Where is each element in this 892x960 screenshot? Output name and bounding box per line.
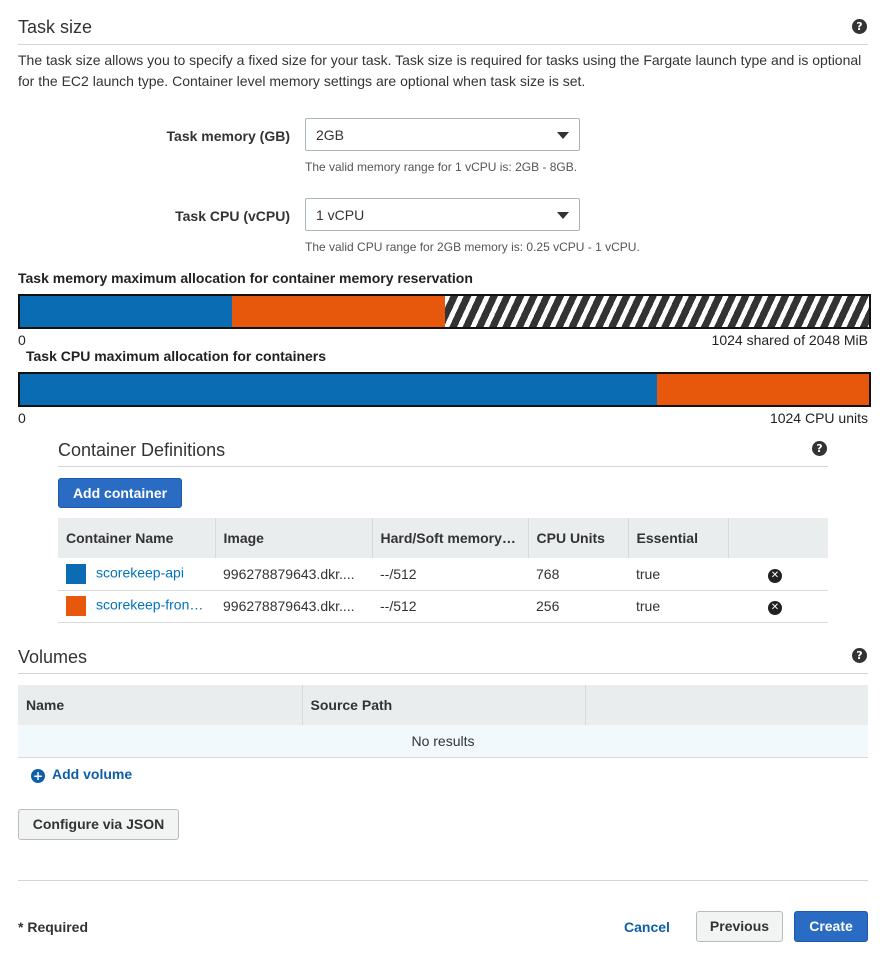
actions-cell: ✕: [728, 558, 828, 591]
memory-allocation-bar: [18, 294, 871, 329]
divider: [18, 44, 868, 45]
column-header-actions: [728, 518, 828, 558]
column-header[interactable]: Container Name: [58, 518, 216, 558]
divider: [18, 880, 868, 881]
memory-allocation-title: Task memory maximum allocation for conta…: [18, 270, 473, 286]
task-size-description: The task size allows you to specify a fi…: [18, 52, 862, 89]
task-memory-value: 2GB: [316, 127, 345, 143]
memory-bar-min-label: 0: [18, 332, 26, 348]
cpu-units-cell: 768: [528, 558, 628, 591]
column-header[interactable]: Name: [18, 685, 303, 725]
memory-cell: --/512: [372, 558, 528, 591]
task-memory-select[interactable]: 2GB: [305, 118, 580, 151]
volumes-title: Volumes: [18, 647, 88, 667]
chevron-down-icon: [557, 132, 569, 139]
remove-icon[interactable]: ✕: [768, 568, 782, 583]
cpu-units-cell: 256: [528, 590, 628, 623]
column-header[interactable]: Source Path: [302, 685, 586, 725]
remove-icon[interactable]: ✕: [768, 601, 782, 615]
bar-segment-shared: [444, 296, 869, 327]
cpu-allocation-bar: [18, 372, 871, 407]
essential-cell: true: [628, 590, 728, 623]
image-cell: 996278879643.dkr....: [215, 558, 372, 591]
plus-circle-icon: +: [31, 769, 45, 783]
divider: [18, 673, 868, 674]
table-row: scorekeep-fron… 996278879643.dkr.... --/…: [58, 590, 828, 623]
volumes-table: Name Source Path No results: [18, 685, 868, 758]
table-row: scorekeep-api 996278879643.dkr.... --/51…: [58, 558, 828, 591]
memory-cell: --/512: [372, 590, 528, 623]
help-icon[interactable]: ?: [852, 648, 867, 663]
empty-row: No results: [18, 725, 868, 758]
bar-segment-scorekeep-api: [20, 296, 233, 327]
column-header[interactable]: Image: [215, 518, 373, 558]
task-cpu-label: Task CPU (vCPU): [175, 208, 290, 224]
container-color-swatch: [66, 563, 86, 584]
container-color-swatch: [66, 596, 86, 616]
essential-cell: true: [628, 558, 728, 591]
configure-json-button[interactable]: Configure via JSON: [18, 809, 179, 840]
chevron-down-icon: [557, 212, 569, 219]
table-header-row: Container Name Image Hard/Soft memory… C…: [58, 518, 828, 558]
task-cpu-value: 1 vCPU: [316, 207, 365, 223]
create-button[interactable]: Create: [794, 911, 868, 942]
bar-segment-scorekeep-api: [20, 374, 657, 405]
container-name-cell: scorekeep-api: [58, 558, 215, 591]
column-header[interactable]: CPU Units: [528, 518, 629, 558]
image-cell: 996278879643.dkr....: [215, 590, 372, 623]
task-cpu-hint: The valid CPU range for 2GB memory is: 0…: [305, 240, 640, 254]
column-header[interactable]: Essential: [628, 518, 729, 558]
container-definitions-title: Container Definitions: [58, 440, 226, 460]
bar-segment-scorekeep-frontend: [232, 296, 445, 327]
table-header-row: Name Source Path: [18, 685, 868, 725]
cpu-bar-min-label: 0: [18, 410, 26, 426]
add-container-button[interactable]: Add container: [58, 478, 182, 508]
task-memory-hint: The valid memory range for 1 vCPU is: 2G…: [305, 160, 578, 174]
cpu-allocation-title: Task CPU maximum allocation for containe…: [26, 348, 327, 364]
add-volume-label: Add volume: [52, 766, 133, 782]
required-note: * Required: [18, 919, 89, 935]
task-size-title: Task size: [18, 17, 93, 37]
divider: [58, 466, 828, 467]
cancel-button[interactable]: Cancel: [624, 919, 670, 935]
column-header-empty: [585, 685, 868, 725]
actions-cell: ✕: [728, 590, 828, 623]
container-name-cell: scorekeep-fron…: [58, 590, 215, 623]
no-results-text: No results: [18, 725, 868, 758]
memory-bar-max-label: 1024 shared of 2048 MiB: [711, 332, 868, 348]
task-memory-label: Task memory (GB): [166, 128, 290, 144]
bar-segment-scorekeep-frontend: [656, 374, 869, 405]
task-cpu-select[interactable]: 1 vCPU: [305, 198, 580, 231]
previous-button[interactable]: Previous: [696, 911, 783, 942]
container-name-link[interactable]: scorekeep-fron…: [96, 597, 203, 613]
help-icon[interactable]: ?: [852, 19, 867, 34]
container-name-link[interactable]: scorekeep-api: [96, 564, 184, 580]
help-icon[interactable]: ?: [812, 441, 827, 456]
column-header[interactable]: Hard/Soft memory…: [372, 518, 529, 558]
cpu-bar-max-label: 1024 CPU units: [769, 410, 868, 426]
container-definitions-table: Container Name Image Hard/Soft memory… C…: [58, 518, 828, 623]
add-volume-link[interactable]: + Add volume: [31, 766, 132, 783]
